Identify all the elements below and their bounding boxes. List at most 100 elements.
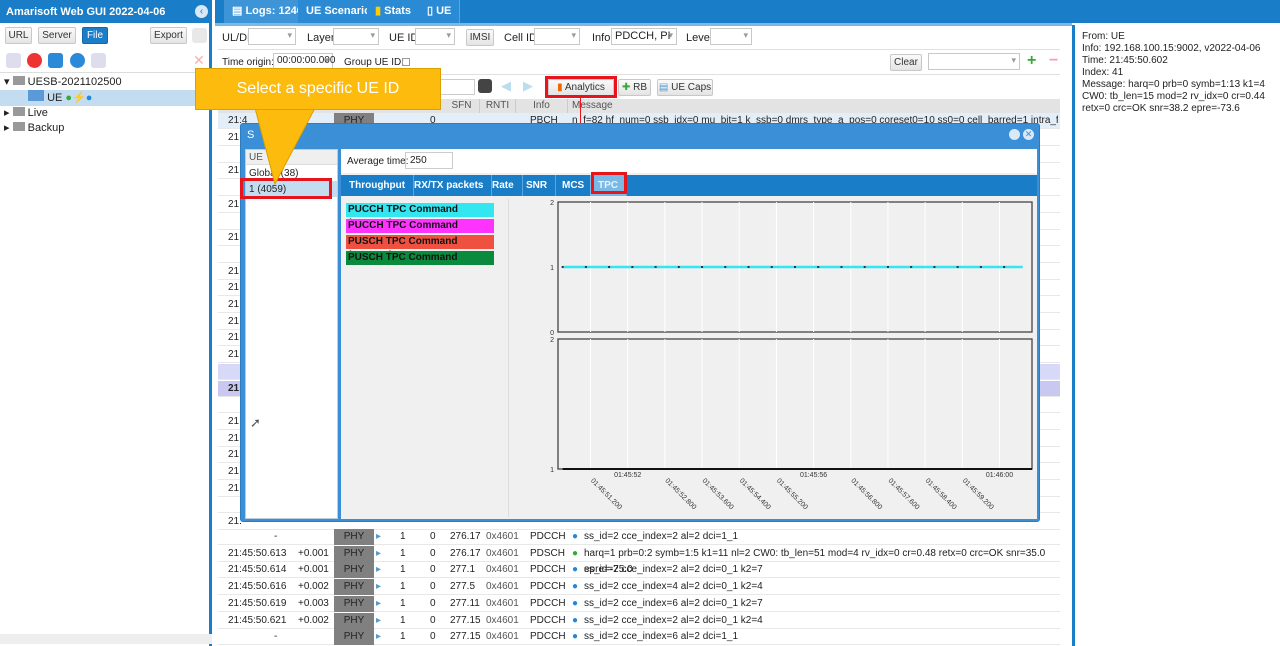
collapse-sidebar-icon[interactable]: ‹ <box>195 5 208 18</box>
tree-item-ue[interactable]: UE ●⚡● <box>0 90 212 106</box>
column-header-info[interactable]: Info <box>516 99 568 113</box>
average-time-input[interactable]: 250 <box>405 152 453 169</box>
group-ue-id-checkbox[interactable] <box>402 58 410 66</box>
delta-cell: +0.001 <box>298 564 329 576</box>
tree-item-live[interactable]: ▸ Live <box>4 105 48 121</box>
ue-id-select[interactable] <box>415 28 455 45</box>
callout-pointer <box>254 108 316 186</box>
analytics-tab-rx-tx-packets[interactable]: RX/TX packets <box>406 175 493 196</box>
cell-cell: 1 <box>400 564 406 576</box>
tpc-chart: 0121201:45:51.20001:45:5201:45:52.800 01:… <box>550 200 1033 511</box>
file-button[interactable]: File <box>82 27 108 44</box>
data-point <box>956 266 959 268</box>
detail-message: Message: harq=0 prb=0 symb=1:13 k1=4 CW0… <box>1082 79 1265 114</box>
x-tick-label: 01:45:56 <box>800 472 827 479</box>
arrow-left-icon[interactable]: ◀ <box>501 78 511 94</box>
legend-item[interactable]: PUCCH TPC Command <box>346 219 494 233</box>
scrollbar[interactable] <box>0 634 212 644</box>
data-point <box>770 266 773 268</box>
data-point <box>677 266 680 268</box>
direction-icon: ▸ <box>376 564 382 576</box>
binoculars-icon[interactable] <box>478 79 492 93</box>
cell-id-select[interactable] <box>534 28 580 45</box>
filter-preset-select[interactable] <box>928 53 1020 70</box>
uldl-select[interactable] <box>248 28 296 45</box>
tab-stats[interactable]: ▮ Stats <box>367 0 421 23</box>
info-icon: ● <box>572 597 579 609</box>
column-header-message[interactable]: Message <box>568 99 1058 113</box>
pause-icon[interactable] <box>70 53 85 68</box>
analytics-tab-mcs[interactable]: MCS <box>554 175 594 196</box>
sfn-cell: 277.5 <box>450 581 476 593</box>
table-row[interactable]: 21:45:50.614 +0.001 PHY 1 0 277.1 0x4601 PDCCH s… <box>218 562 1060 579</box>
x-tick-label: 01:45:52.800 <box>663 477 697 511</box>
add-icon[interactable]: + <box>1027 52 1036 70</box>
ok-icon: ● <box>572 547 579 559</box>
data-point <box>584 266 587 268</box>
app-title: Amarisoft Web GUI 2022-04-06 <box>0 0 212 23</box>
direction-icon: ▸ <box>376 597 382 609</box>
arrow-right-icon[interactable]: ▶ <box>523 78 533 94</box>
stop-icon[interactable] <box>27 53 42 68</box>
table-row[interactable]: 21:45:50.613 +0.001 PHY 1 0 276.17 0x4601 PDSCH… <box>218 545 1060 575</box>
table-row[interactable]: 21:45:50.616 +0.002 PHY 1 0 277.5 0x4601 PDCCH s… <box>218 579 1060 596</box>
direction-icon: ▸ <box>376 614 382 626</box>
legend-item[interactable]: PUSCH TPC Command (average) <box>346 235 494 261</box>
close-icon[interactable]: ✕ <box>193 52 205 69</box>
analytics-tab-rate[interactable]: Rate <box>484 175 523 196</box>
plugin-icon[interactable] <box>91 53 106 68</box>
sfn-cell: 276.17 <box>450 531 481 542</box>
tab-ue[interactable]: ▯ UE <box>419 0 461 23</box>
detail-index: Index: 41 <box>1082 67 1124 78</box>
arrow-line <box>580 97 581 125</box>
info-icon: ● <box>572 614 579 626</box>
legend-item[interactable]: PUSCH TPC Command <box>346 251 494 265</box>
data-point <box>840 266 843 268</box>
search-icon[interactable] <box>6 53 21 68</box>
ue-caps-button[interactable]: ▤ UE Caps <box>657 79 713 96</box>
table-row[interactable]: 21:45:50.621 +0.002 PHY 1 0 277.15 0x4601 PDCCH… <box>218 612 1060 629</box>
rnti-cell: 0x4601 <box>486 597 519 609</box>
search-input[interactable] <box>440 79 475 95</box>
tree-item-uesb[interactable]: ▾ UESB-2021102500 <box>4 74 122 90</box>
time-cell: - <box>274 531 278 542</box>
level-select[interactable] <box>710 28 752 45</box>
minimize-icon[interactable] <box>1009 129 1020 140</box>
clear-button[interactable]: Clear <box>890 54 922 71</box>
layer-cell: PHY <box>334 529 374 545</box>
column-header-rnti[interactable]: RNTI <box>480 99 516 113</box>
table-row[interactable]: - PHY 1 0 276.17 0x4601 PDCCH ss_id=2 cce_index… <box>218 529 1060 545</box>
table-row[interactable]: 21:45:50.619 +0.003 PHY 1 0 277.11 0x4601 PDCCH… <box>218 595 1060 612</box>
time-cell: - <box>274 631 278 643</box>
close-window-icon[interactable]: ✕ <box>1023 129 1034 140</box>
info-select[interactable]: PDCCH, PI <box>611 28 677 45</box>
layer-select[interactable] <box>333 28 379 45</box>
legend-item[interactable]: PUCCH TPC Command (average) <box>346 203 494 229</box>
remove-icon[interactable]: − <box>1049 52 1058 70</box>
refresh-icon[interactable] <box>48 53 63 68</box>
table-row[interactable]: - PHY 1 0 277.15 0x4601 PDCCH ss_id=2 cce_index… <box>218 629 1060 646</box>
analytics-tab-throughput[interactable]: Throughput <box>341 175 415 196</box>
tree-label: Backup <box>27 122 65 134</box>
rnti-cell: 0x4601 <box>486 547 519 559</box>
server-button[interactable]: Server <box>38 27 76 44</box>
data-point <box>724 266 727 268</box>
rb-button[interactable]: ✚ RB <box>618 79 651 96</box>
channel-cell: 0 <box>430 614 436 626</box>
channel-cell: 0 <box>430 581 436 593</box>
tree-item-backup[interactable]: ▸ Backup <box>4 120 64 136</box>
info-cell: PDSCH <box>530 547 566 559</box>
imsi-button[interactable]: IMSI <box>466 29 494 46</box>
export-button[interactable]: Export <box>150 27 187 44</box>
column-header-sfn[interactable]: SFN <box>444 99 480 113</box>
data-point <box>886 266 889 268</box>
delta-cell: +0.003 <box>298 597 329 609</box>
x-tick-label: 01:45:56.800 <box>849 477 883 511</box>
info-cell: PDCCH <box>530 581 566 593</box>
x-tick-label: 01:45:52 <box>614 472 641 479</box>
data-point <box>1003 266 1006 268</box>
analytics-tab-snr[interactable]: SNR <box>518 175 557 196</box>
settings-icon[interactable] <box>192 28 207 43</box>
layer-cell: PHY <box>334 629 374 646</box>
url-button[interactable]: URL <box>5 27 32 44</box>
